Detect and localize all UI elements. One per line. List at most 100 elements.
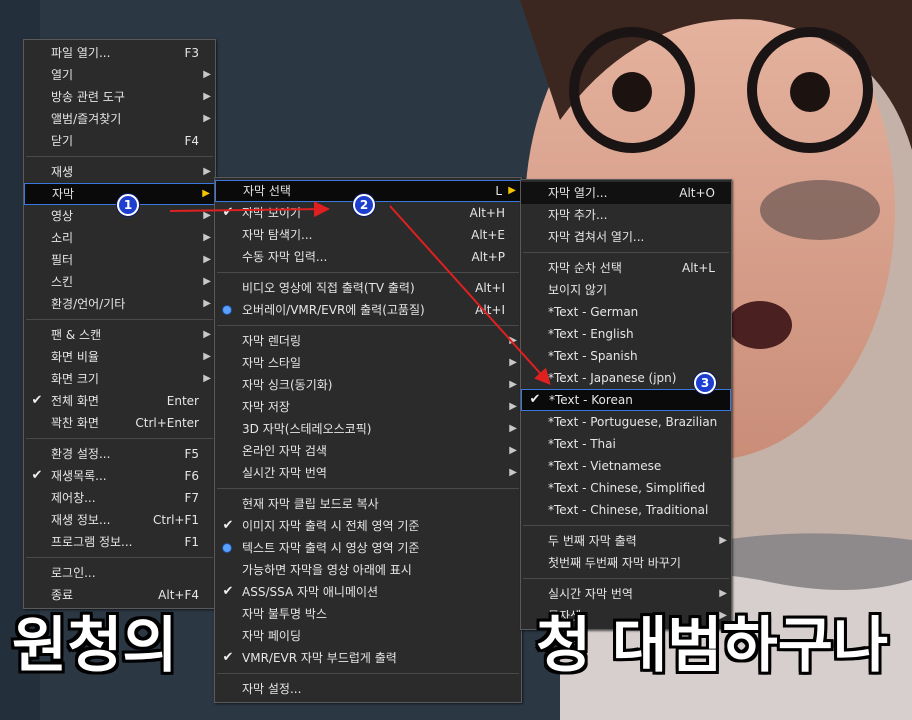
menu-item-label: 자막 불투명 박스: [242, 607, 327, 621]
select-menu-item[interactable]: 자막 열기... Alt+O: [521, 182, 731, 204]
select-menu-item[interactable]: *Text - Thai: [521, 433, 731, 455]
menu-item-label: 3D 자막(스테레오스코픽): [242, 422, 372, 436]
main-menu-item[interactable]: 소리 ▶: [24, 227, 215, 249]
radio-dot-icon: [223, 306, 231, 314]
main-menu-item[interactable]: 로그인...: [24, 562, 215, 584]
submenu-arrow-icon: ▶: [509, 423, 517, 434]
main-menu-item[interactable]: 파일 열기... F3: [24, 42, 215, 64]
select-menu-item[interactable]: *Text - Chinese, Simplified: [521, 477, 731, 499]
main-menu-item[interactable]: 앨범/즐겨찾기 ▶: [24, 108, 215, 130]
select-menu-item[interactable]: *Text - Portuguese, Brazilian: [521, 411, 731, 433]
subtitle-menu-item[interactable]: ✔ ASS/SSA 자막 애니메이션: [215, 581, 521, 603]
main-menu-item[interactable]: 종료 Alt+F4: [24, 584, 215, 606]
submenu-arrow-icon: ▶: [203, 232, 211, 243]
subtitle-caption-left: 원청의: [12, 611, 178, 681]
menu-item-label: 온라인 자막 검색: [242, 444, 327, 458]
subtitle-menu-item[interactable]: 자막 스타일 ▶: [215, 352, 521, 374]
menu-item-shortcut: Alt+I: [475, 281, 505, 295]
subtitle-menu-item[interactable]: 자막 설정...: [215, 678, 521, 700]
menu-item-shortcut: L: [495, 184, 502, 198]
submenu-arrow-icon: ▶: [509, 379, 517, 390]
subtitle-menu-item[interactable]: ✔ 이미지 자막 출력 시 전체 영역 기준: [215, 515, 521, 537]
subtitle-menu-item[interactable]: 실시간 자막 번역 ▶: [215, 462, 521, 484]
main-menu-item[interactable]: 필터 ▶: [24, 249, 215, 271]
main-menu-item[interactable]: 프로그램 정보... F1: [24, 531, 215, 553]
select-menu-item[interactable]: *Text - Vietnamese: [521, 455, 731, 477]
step-badge-1: 1: [117, 194, 139, 216]
subtitle-menu-item[interactable]: 자막 저장 ▶: [215, 396, 521, 418]
select-menu-item[interactable]: 첫번째 두번째 자막 바꾸기: [521, 552, 731, 574]
check-icon: ✔: [31, 393, 43, 408]
main-menu-item[interactable]: 제어창... F7: [24, 487, 215, 509]
subtitle-menu-item[interactable]: 현재 자막 클립 보드로 복사: [215, 493, 521, 515]
select-menu-item[interactable]: *Text - English: [521, 323, 731, 345]
subtitle-menu-item[interactable]: 자막 페이딩: [215, 625, 521, 647]
select-menu-item[interactable]: 보이지 않기: [521, 279, 731, 301]
menu-item-shortcut: Alt+P: [471, 250, 505, 264]
menu-item-label: *Text - Japanese (jpn): [548, 371, 677, 385]
menu-item-label: 자막 저장: [242, 400, 290, 414]
main-menu-item[interactable]: 방송 관련 도구 ▶: [24, 86, 215, 108]
select-menu-item[interactable]: 자막 겹쳐서 열기...: [521, 226, 731, 248]
menu-item-label: 자막 추가...: [548, 208, 608, 222]
menu-item-label: 수동 자막 입력...: [242, 250, 328, 264]
main-menu-item[interactable]: ✔ 재생목록... F6: [24, 465, 215, 487]
main-menu-item[interactable]: 스킨 ▶: [24, 271, 215, 293]
menu-separator: [217, 488, 519, 489]
submenu-arrow-icon: ▶: [203, 276, 211, 287]
main-menu-item[interactable]: 환경/언어/기타 ▶: [24, 293, 215, 315]
menu-item-label: 영상: [51, 209, 74, 223]
main-menu-item[interactable]: 재생 ▶: [24, 161, 215, 183]
menu-item-label: 두 번째 자막 출력: [548, 534, 637, 548]
subtitle-menu-item[interactable]: 자막 탐색기... Alt+E: [215, 224, 521, 246]
submenu-arrow-icon: ▶: [203, 254, 211, 265]
subtitle-menu-item[interactable]: 텍스트 자막 출력 시 영상 영역 기준: [215, 537, 521, 559]
menu-item-label: 자막 탐색기...: [242, 228, 313, 242]
select-menu-item[interactable]: *Text - Spanish: [521, 345, 731, 367]
check-icon: ✔: [222, 650, 234, 665]
subtitle-menu-item[interactable]: 자막 렌더링 ▶: [215, 330, 521, 352]
main-menu-item[interactable]: 재생 정보... Ctrl+F1: [24, 509, 215, 531]
menu-item-label: 열기: [51, 68, 74, 82]
subtitle-menu-item[interactable]: 비디오 영상에 직접 출력(TV 출력) Alt+I: [215, 277, 521, 299]
subtitle-menu-item[interactable]: 자막 싱크(동기화) ▶: [215, 374, 521, 396]
main-menu-item[interactable]: 화면 비율 ▶: [24, 346, 215, 368]
menu-item-label: 파일 열기...: [51, 46, 111, 60]
submenu-arrow-icon: ▶: [509, 357, 517, 368]
main-menu-item[interactable]: 꽉찬 화면 Ctrl+Enter: [24, 412, 215, 434]
menu-item-shortcut: Alt+L: [682, 261, 715, 275]
main-menu-item[interactable]: 열기 ▶: [24, 64, 215, 86]
menu-item-label: *Text - German: [548, 305, 639, 319]
select-menu-item[interactable]: 두 번째 자막 출력 ▶: [521, 530, 731, 552]
select-menu-item[interactable]: *Text - German: [521, 301, 731, 323]
main-menu-item[interactable]: 닫기 F4: [24, 130, 215, 152]
menu-item-shortcut: F5: [184, 447, 199, 461]
main-menu-item[interactable]: 팬 & 스캔 ▶: [24, 324, 215, 346]
subtitle-menu-item[interactable]: 가능하면 자막을 영상 아래에 표시: [215, 559, 521, 581]
main-menu-item[interactable]: ✔ 전체 화면 Enter: [24, 390, 215, 412]
menu-item-label: ASS/SSA 자막 애니메이션: [242, 585, 379, 599]
menu-item-label: 소리: [51, 231, 74, 245]
menu-item-label: *Text - English: [548, 327, 634, 341]
step-badge-3: 3: [694, 372, 716, 394]
select-menu-item[interactable]: 자막 추가...: [521, 204, 731, 226]
menu-item-label: VMR/EVR 자막 부드럽게 출력: [242, 651, 397, 665]
menu-item-label: 오버레이/VMR/EVR에 출력(고품질): [242, 303, 425, 317]
select-menu-item[interactable]: 실시간 자막 번역 ▶: [521, 583, 731, 605]
subtitle-menu-item[interactable]: 자막 불투명 박스: [215, 603, 521, 625]
menu-item-label: 자막 싱크(동기화): [242, 378, 333, 392]
subtitle-menu-item[interactable]: 수동 자막 입력... Alt+P: [215, 246, 521, 268]
select-menu-item[interactable]: *Text - Chinese, Traditional: [521, 499, 731, 521]
subtitle-menu-item[interactable]: 3D 자막(스테레오스코픽) ▶: [215, 418, 521, 440]
main-menu-item[interactable]: 환경 설정... F5: [24, 443, 215, 465]
menu-item-label: 자막 순차 선택: [548, 261, 622, 275]
select-menu-item[interactable]: 자막 순차 선택 Alt+L: [521, 257, 731, 279]
menu-separator: [523, 578, 729, 579]
main-menu-item[interactable]: 화면 크기 ▶: [24, 368, 215, 390]
subtitle-caption-right: 청 대범하구나: [536, 611, 889, 681]
menu-item-shortcut: Alt+E: [471, 228, 505, 242]
subtitle-menu-item[interactable]: 오버레이/VMR/EVR에 출력(고품질) Alt+I: [215, 299, 521, 321]
menu-item-shortcut: Ctrl+Enter: [135, 416, 199, 430]
subtitle-menu-item[interactable]: ✔ VMR/EVR 자막 부드럽게 출력: [215, 647, 521, 669]
subtitle-menu-item[interactable]: 온라인 자막 검색 ▶: [215, 440, 521, 462]
